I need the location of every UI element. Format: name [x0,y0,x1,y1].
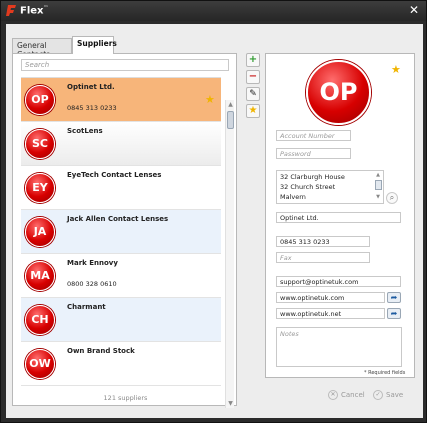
add-supplier-button[interactable]: + [246,53,260,67]
star-icon: ★ [248,105,258,116]
avatar: OP [25,85,55,115]
title-bar[interactable]: Flex™ ✕ [1,1,426,21]
avatar: MA [25,261,55,291]
close-button[interactable]: ✕ [409,4,419,16]
supplier-name: ScotLens [67,127,103,135]
save-label: Save [386,391,404,399]
list-item[interactable]: OP Optinet Ltd. 0845 313 0233 ★ [21,78,221,122]
account-number-field[interactable]: Account Number [276,130,351,141]
scroll-up-icon[interactable]: ▲ [374,172,382,178]
notes-field[interactable]: Notes [276,327,402,367]
supplier-name: Mark Ennovy [67,259,118,267]
list-item[interactable]: SC ScotLens [21,122,221,166]
address-line-3: Malvern [280,193,306,201]
minus-icon: − [248,71,258,82]
cancel-label: Cancel [341,391,365,399]
search-input[interactable]: Search [21,59,229,71]
list-item[interactable]: CH Charmant [21,298,221,342]
list-item[interactable]: MA Mark Ennovy 0800 328 0610 [21,254,221,298]
website-field-2[interactable]: www.optinetuk.net [276,308,385,319]
address-lookup-search-icon[interactable]: ⌕ [386,192,398,204]
window-title: Flex™ [20,5,49,17]
list-item[interactable]: JA Jack Allen Contact Lenses [21,210,221,254]
flex-logo-icon [6,5,16,16]
supplier-detail-panel: OP ★ Account Number Password 32 Clarburg… [265,53,415,378]
supplier-phone: 0800 328 0610 [67,280,117,288]
website-field-1[interactable]: www.optinetuk.com [276,292,385,303]
tab-general-contacts[interactable]: General Contacts [12,38,72,59]
favorite-supplier-button[interactable]: ★ [246,104,260,118]
list-item[interactable]: OW Own Brand Stock [21,342,221,386]
scroll-thumb[interactable] [227,111,234,129]
avatar: SC [25,129,55,159]
avatar: JA [25,217,55,247]
avatar: EY [25,173,55,203]
avatar: CH [25,305,55,335]
supplier-phone: 0845 313 0233 [67,104,117,112]
supplier-count: 121 suppliers [103,394,148,402]
pencil-icon: ✎ [249,89,257,99]
save-button[interactable]: ✓ Save [373,390,403,403]
edit-supplier-button[interactable]: ✎ [246,87,260,101]
list-item[interactable]: EY EyeTech Contact Lenses [21,166,221,210]
favorite-star-icon[interactable]: ★ [205,93,215,106]
supplier-list: OP Optinet Ltd. 0845 313 0233 ★ SC ScotLens EY… [21,77,221,387]
scroll-up-icon[interactable]: ▲ [226,100,235,109]
remove-supplier-button[interactable]: − [246,70,260,84]
main-content: General Contacts Suppliers Search OP Opti… [6,24,423,418]
cancel-button[interactable]: ✕ Cancel [328,390,365,403]
required-fields-note: * Required fields [364,370,406,376]
phone-field[interactable]: 0845 313 0233 [276,236,370,247]
trademark-mark: ™ [43,5,49,11]
cancel-x-icon: ✕ [328,390,338,400]
fax-field[interactable]: Fax [276,252,370,263]
address-scrollbar[interactable]: ▲ ▼ [374,172,382,202]
address-line-1: 32 Clarburgh House [280,173,345,181]
app-window: Flex™ ✕ General Contacts Suppliers Searc… [0,0,427,423]
address-field[interactable]: 32 Clarburgh House 32 Church Street Malv… [276,170,384,204]
open-website-arrow-icon[interactable]: ➦ [387,292,401,303]
avatar: OW [25,349,55,379]
supplier-name: Own Brand Stock [67,347,135,355]
plus-icon: + [248,54,258,65]
supplier-name: EyeTech Contact Lenses [67,171,162,179]
supplier-name: Charmant [67,303,106,311]
save-check-icon: ✓ [373,390,383,400]
password-field[interactable]: Password [276,148,351,159]
favorite-star-icon[interactable]: ★ [391,63,401,76]
email-field[interactable]: support@optinetuk.com [276,276,401,287]
address-scroll-thumb[interactable] [375,180,382,190]
supplier-list-panel: Search OP Optinet Ltd. 0845 313 0233 ★ SC Sco… [12,53,237,408]
list-scrollbar[interactable]: ▲ ▼ [225,100,234,408]
tab-suppliers[interactable]: Suppliers [72,36,117,54]
supplier-avatar: OP [306,60,371,125]
scroll-down-icon[interactable]: ▼ [374,194,382,200]
supplier-name: Optinet Ltd. [67,83,115,91]
address-line-2: 32 Church Street [280,183,336,191]
supplier-name: Jack Allen Contact Lenses [67,215,169,223]
company-name-field[interactable]: Optinet Ltd. [276,212,401,223]
open-website-arrow-icon[interactable]: ➦ [387,308,401,319]
